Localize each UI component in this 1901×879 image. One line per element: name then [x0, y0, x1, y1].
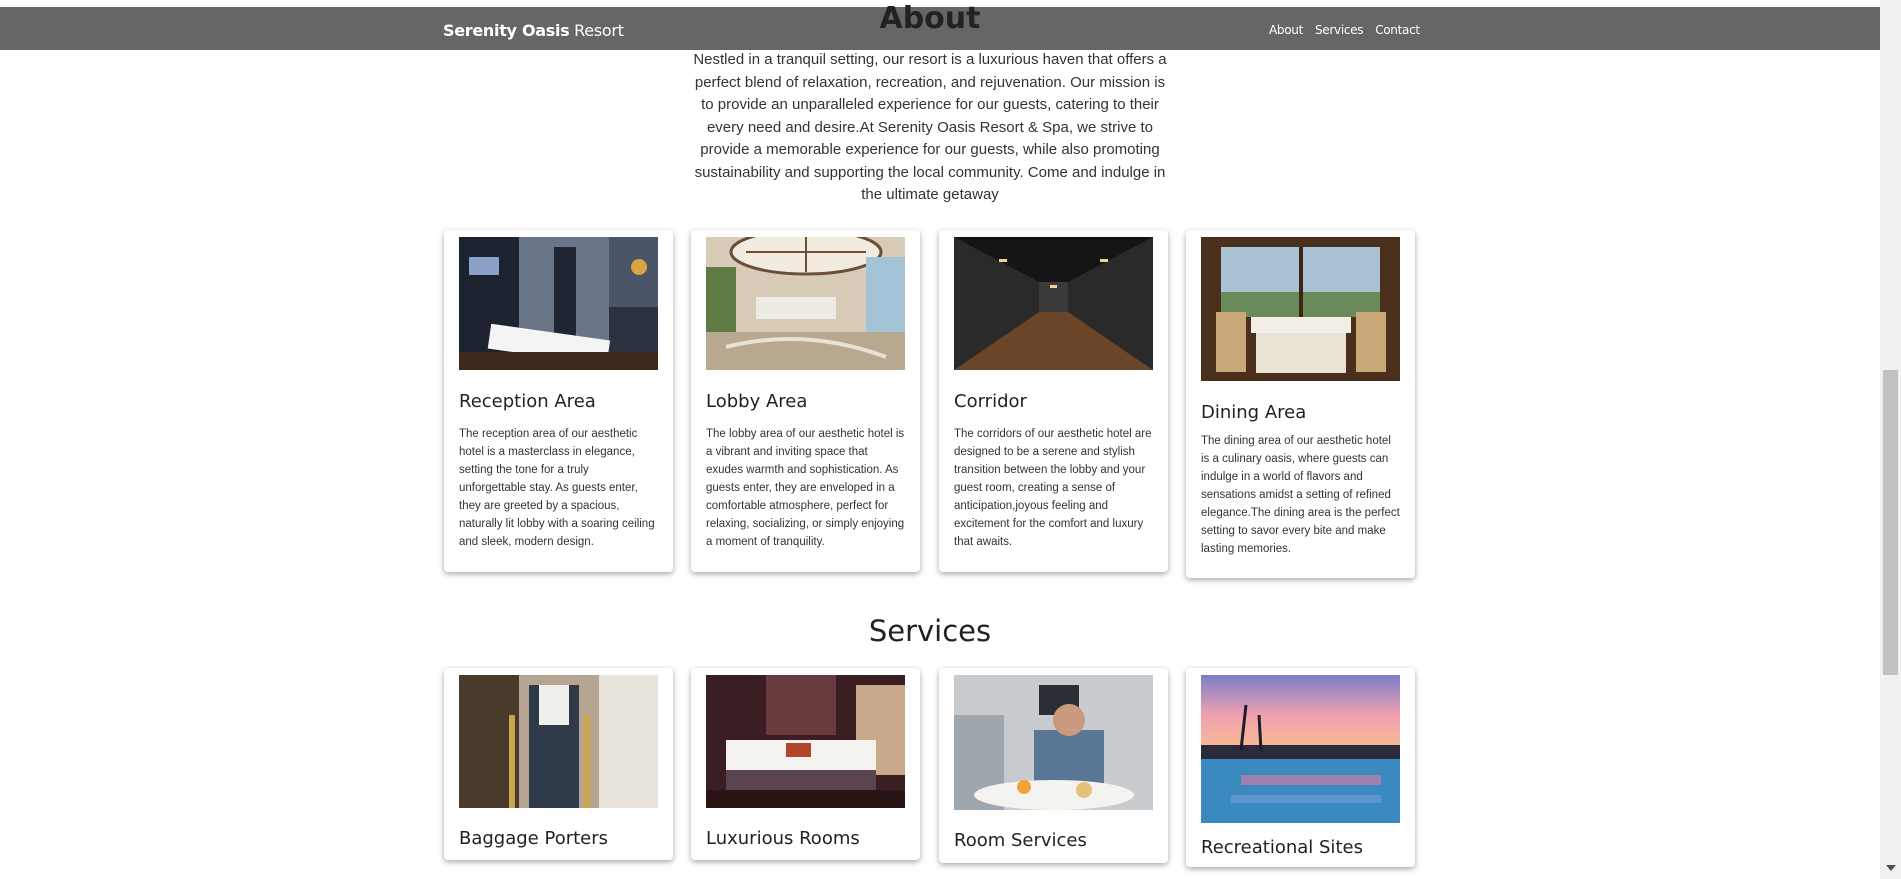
- scroll-down-arrow-icon[interactable]: [1886, 865, 1896, 871]
- card-title: Baggage Porters: [459, 828, 609, 849]
- card-description: The dining area of our aesthetic hotel i…: [1201, 435, 1400, 555]
- card-title: Reception Area: [459, 391, 596, 412]
- card-title: Recreational Sites: [1201, 837, 1363, 858]
- luxurious-rooms-image: [706, 675, 905, 808]
- card-description: The corridors of our aesthetic hotel are…: [954, 428, 1152, 548]
- reception-area-image: [459, 237, 658, 370]
- dining-area-image: [1201, 237, 1400, 381]
- card-corridor: Corridor The corridors of our aesthetic …: [939, 230, 1168, 572]
- corridor-image: [954, 237, 1153, 370]
- scrollbar-thumb[interactable]: [1883, 370, 1898, 675]
- baggage-porters-image: [459, 675, 658, 808]
- card-recreational-sites: Recreational Sites: [1186, 668, 1415, 867]
- about-description: Nestled in a tranquil setting, our resor…: [693, 51, 1167, 203]
- card-description: The lobby area of our aesthetic hotel is…: [706, 428, 905, 548]
- card-baggage-porters: Baggage Porters: [444, 668, 673, 860]
- room-services-image: [954, 675, 1153, 810]
- card-title: Room Services: [954, 830, 1087, 851]
- page-scrollbar[interactable]: [1880, 0, 1901, 879]
- services-heading: Services: [868, 614, 992, 648]
- card-title: Corridor: [954, 391, 1027, 412]
- card-dining-area: Dining Area The dining area of our aesth…: [1186, 230, 1415, 578]
- card-title: Dining Area: [1201, 402, 1307, 423]
- card-room-services: Room Services: [939, 668, 1168, 863]
- card-lobby-area: Lobby Area The lobby area of our aesthet…: [691, 230, 920, 572]
- card-description: The reception area of our aesthetic hote…: [459, 428, 655, 548]
- card-reception-area: Reception Area The reception area of our…: [444, 230, 673, 572]
- about-heading: About: [879, 1, 981, 36]
- recreational-sites-image: [1201, 675, 1400, 823]
- card-title: Lobby Area: [706, 391, 808, 412]
- card-luxurious-rooms: Luxurious Rooms: [691, 668, 920, 860]
- lobby-area-image: [706, 237, 905, 370]
- card-title: Luxurious Rooms: [706, 828, 860, 849]
